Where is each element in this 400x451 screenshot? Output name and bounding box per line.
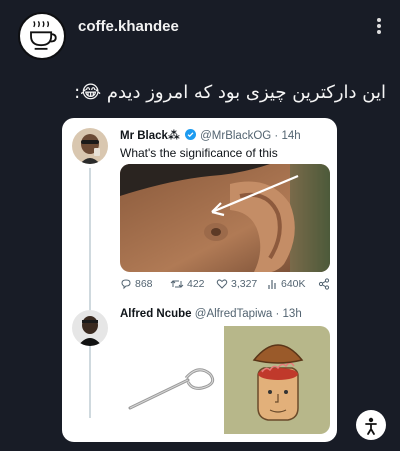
tweet-2-author-name[interactable]: Alfred Ncube bbox=[120, 308, 192, 320]
thread-line bbox=[89, 168, 91, 418]
accessibility-button[interactable] bbox=[356, 410, 386, 440]
reply-button[interactable]: 868 bbox=[120, 278, 153, 290]
coffee-cup-logo-icon bbox=[20, 14, 64, 58]
post-caption: این دارکترین چیزی بود که امروز دیدم 😂: bbox=[74, 82, 386, 103]
tweet-1-handle[interactable]: @MrBlackOG bbox=[200, 130, 271, 142]
verified-badge-icon bbox=[184, 129, 196, 140]
share-button[interactable] bbox=[318, 278, 330, 290]
ear-closeup-photo[interactable] bbox=[120, 164, 330, 272]
tweet-2-time: · 13h bbox=[275, 308, 302, 320]
tweet-1-text: What's the significance of this bbox=[120, 146, 278, 160]
account-username[interactable]: coffe.khandee bbox=[78, 18, 179, 35]
views-button[interactable]: 640K bbox=[268, 278, 306, 290]
tweet-1-author-name[interactable]: Mr Black bbox=[120, 130, 168, 142]
like-button[interactable]: 3,327 bbox=[216, 278, 257, 290]
tweet-avatar-mr-black bbox=[72, 128, 108, 164]
tweet-1-time: · 14h bbox=[274, 130, 301, 142]
tweet-2-handle[interactable]: @AlfredTapiwa bbox=[195, 308, 273, 320]
reply-count: 868 bbox=[135, 278, 153, 290]
retweet-count: 422 bbox=[187, 278, 205, 290]
post-header: coffe.khandee bbox=[0, 0, 400, 70]
tweet-1-header: Mr Black⁂ @MrBlackOG · 14h bbox=[120, 128, 301, 142]
tweet-1-action-bar: 868 422 3,327 640K bbox=[120, 278, 330, 294]
head-brain-cartoon-image[interactable] bbox=[224, 326, 330, 434]
retweet-icon bbox=[170, 280, 184, 288]
tweet-avatar-alfred-ncube bbox=[72, 310, 108, 346]
tweet-2-header: Alfred Ncube @AlfredTapiwa · 13h bbox=[120, 308, 302, 320]
accessibility-person-icon bbox=[365, 417, 377, 435]
reply-icon bbox=[121, 279, 131, 290]
tweet-screenshot-card: Mr Black⁂ @MrBlackOG · 14h What's the si… bbox=[62, 118, 337, 442]
views-bar-chart-icon bbox=[268, 280, 276, 289]
more-vertical-icon[interactable] bbox=[374, 16, 384, 36]
views-count: 640K bbox=[281, 278, 306, 290]
sim-ejector-pin-image[interactable] bbox=[120, 328, 222, 432]
share-icon bbox=[318, 278, 330, 290]
tweet-1-name-suffix: ⁂ bbox=[167, 130, 180, 142]
heart-icon bbox=[216, 279, 228, 289]
account-avatar[interactable] bbox=[18, 12, 66, 60]
like-count: 3,327 bbox=[231, 278, 258, 290]
retweet-button[interactable]: 422 bbox=[170, 278, 205, 290]
